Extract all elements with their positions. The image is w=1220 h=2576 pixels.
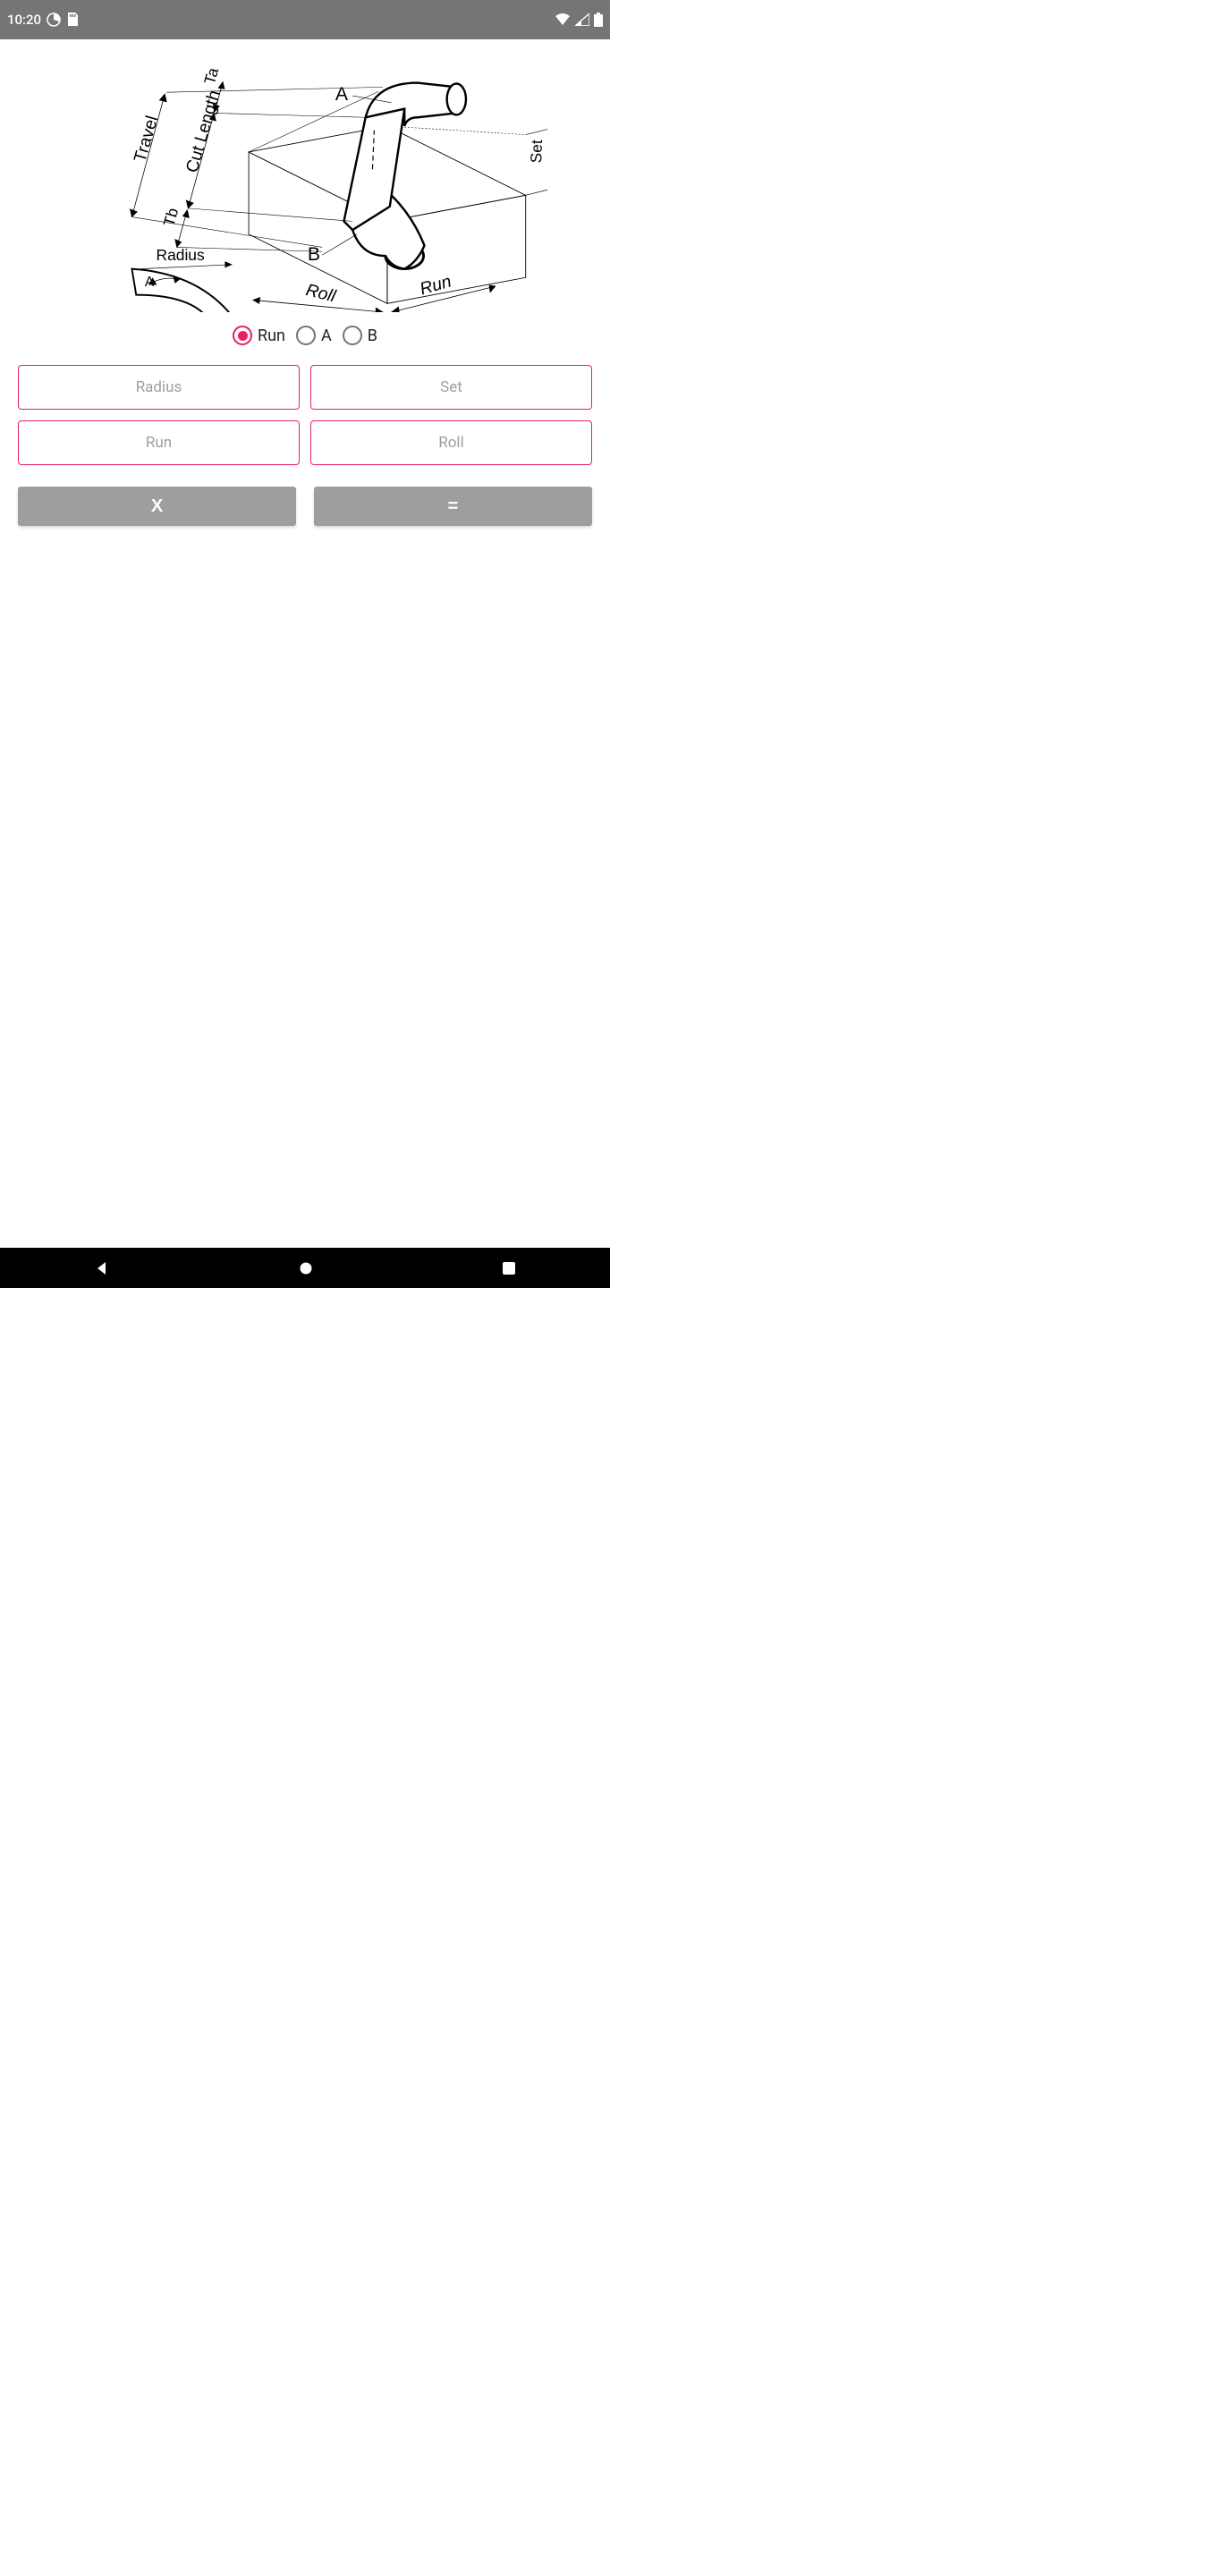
svg-text:Cut Length: Cut Length: [182, 88, 225, 174]
radio-group: Run A B: [0, 317, 610, 358]
signal-icon: [575, 13, 589, 26]
svg-text:Tb: Tb: [160, 206, 182, 228]
input-placeholder: Set: [440, 378, 462, 396]
roll-input[interactable]: Roll: [310, 420, 592, 465]
radio-label: B: [368, 326, 377, 345]
calculate-button[interactable]: =: [314, 487, 592, 526]
run-input[interactable]: Run: [18, 420, 300, 465]
svg-text:B: B: [308, 243, 320, 265]
svg-text:Run: Run: [418, 272, 453, 300]
svg-text:A: A: [335, 83, 349, 105]
svg-text:Radius: Radius: [157, 246, 205, 264]
svg-text:A: A: [145, 275, 155, 290]
radius-input[interactable]: Radius: [18, 365, 300, 410]
status-bar: 10:20: [0, 0, 610, 39]
wifi-icon: [555, 13, 571, 26]
nav-home-icon[interactable]: [297, 1259, 315, 1277]
status-time: 10:20: [7, 12, 41, 28]
input-placeholder: Run: [146, 434, 172, 452]
input-placeholder: Roll: [438, 434, 463, 452]
radio-b[interactable]: B: [343, 326, 377, 345]
input-placeholder: Radius: [136, 378, 182, 396]
svg-text:Set: Set: [527, 140, 546, 164]
main-content: Travel Cut Length Ta Tb Radius A A B Rol…: [0, 39, 610, 1248]
radio-a[interactable]: A: [296, 326, 332, 345]
battery-icon: [594, 13, 603, 27]
input-grid: Radius Set Run Roll: [0, 358, 610, 472]
app-icon: [47, 13, 61, 27]
nav-recent-icon[interactable]: [501, 1260, 517, 1276]
radio-label: Run: [258, 326, 285, 345]
svg-text:Ta: Ta: [200, 65, 222, 86]
set-input[interactable]: Set: [310, 365, 592, 410]
action-buttons: X =: [0, 472, 610, 540]
android-nav-bar: [0, 1248, 610, 1288]
radio-label: A: [321, 326, 332, 345]
clear-button[interactable]: X: [18, 487, 296, 526]
svg-text:Travel: Travel: [131, 114, 163, 165]
nav-back-icon[interactable]: [93, 1259, 111, 1277]
pipe-offset-diagram: Travel Cut Length Ta Tb Radius A A B Rol…: [0, 39, 610, 317]
radio-circle-icon: [296, 326, 316, 345]
status-right: [555, 13, 603, 27]
status-left: 10:20: [7, 12, 79, 28]
diagram-svg: Travel Cut Length Ta Tb Radius A A B Rol…: [63, 44, 547, 312]
radio-run[interactable]: Run: [233, 326, 285, 345]
radio-circle-icon: [233, 326, 252, 345]
radio-circle-icon: [343, 326, 362, 345]
svg-text:Roll: Roll: [304, 280, 338, 307]
sd-icon: [66, 13, 79, 27]
